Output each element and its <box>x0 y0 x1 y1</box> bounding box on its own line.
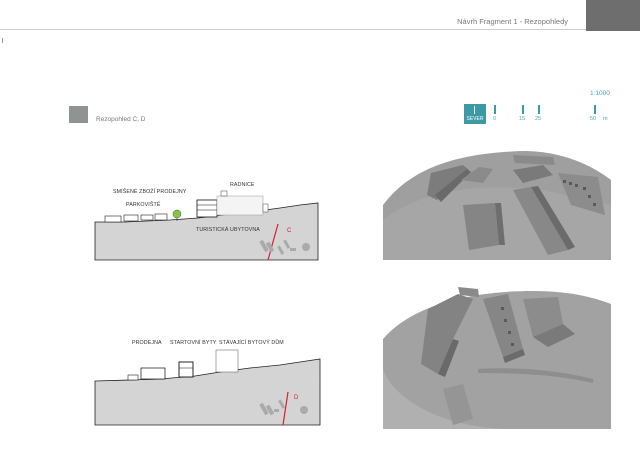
label-prodejna: PRODEJNA <box>132 340 162 346</box>
model-view-d <box>383 279 611 429</box>
cut-letter-d: D <box>294 395 299 401</box>
label-startovni-byty: STARTOVNÍ BYTY <box>170 340 217 346</box>
model-view-c <box>383 145 611 260</box>
label-stavajici-bytovy-dum: STÁVAJÍCÍ BYTOVÝ DŮM <box>219 340 284 346</box>
